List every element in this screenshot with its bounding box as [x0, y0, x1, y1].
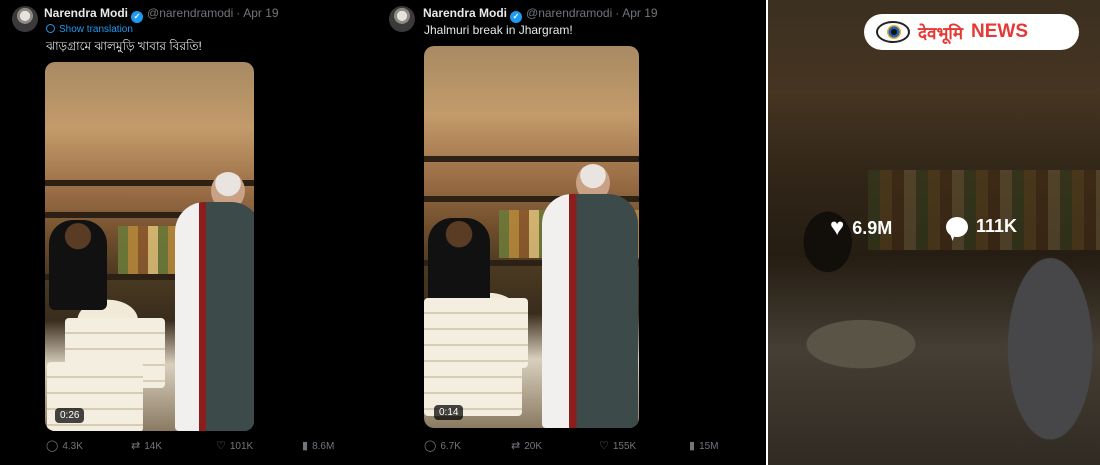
- like-icon: ♡: [216, 440, 226, 452]
- views-icon: ▮: [302, 440, 309, 452]
- person-figure: [542, 194, 638, 428]
- tweet-header: Narendra Modi ✓ @narendramodi · Apr 19: [44, 6, 279, 23]
- views-button[interactable]: ▮ 8.6M: [302, 440, 335, 453]
- like-button[interactable]: ♡ 155K: [599, 440, 637, 453]
- repost-button[interactable]: ⇄ 14K: [131, 440, 163, 453]
- reply-count: 6.7K: [440, 441, 461, 452]
- repost-button[interactable]: ⇄ 20K: [511, 440, 543, 453]
- repost-count: 20K: [524, 441, 543, 452]
- shelf: [424, 156, 639, 162]
- reply-icon: ◯: [46, 440, 59, 452]
- tweet-text: Jhalmuri break in Jhargram!: [424, 23, 573, 37]
- video-duration: 0:14: [434, 405, 464, 420]
- logo-english-text: NEWS: [971, 21, 1028, 42]
- vendor-figure: [428, 218, 490, 308]
- author-name[interactable]: Narendra Modi: [44, 6, 128, 20]
- person-figure: [175, 202, 254, 431]
- separator: ·: [615, 6, 620, 20]
- verified-badge-icon: ✓: [510, 11, 523, 23]
- repost-count: 14K: [144, 441, 163, 452]
- dim-overlay: [768, 0, 1100, 465]
- author-name[interactable]: Narendra Modi: [423, 6, 507, 20]
- likes-count: 6.9M: [852, 217, 893, 238]
- view-count: 15M: [699, 441, 719, 452]
- like-count: 101K: [229, 441, 254, 452]
- post-date[interactable]: Apr 19: [622, 6, 657, 20]
- tweet-text: ঝাড়গ্রামে ঝালমুড়ি খাবার বিরতি!: [46, 39, 202, 53]
- verified-badge-icon: ✓: [131, 11, 144, 23]
- comment-bubble-icon: [946, 216, 968, 237]
- repost-icon: ⇄: [131, 440, 141, 452]
- tweet-card-english[interactable]: Narendra Modi ✓ @narendramodi · Apr 19 Jhalm…: [381, 0, 766, 465]
- logo-hindi-text: देवभूमि: [918, 23, 963, 44]
- comments-stat: 111K: [946, 216, 1017, 237]
- show-translation-label: Show translation: [59, 24, 133, 35]
- vendor-figure: [49, 220, 107, 310]
- news-overlay-frame: देवभूमि NEWS ♥ 6.9M 111K: [768, 0, 1100, 465]
- reply-count: 4.3K: [62, 441, 83, 452]
- video-duration: 0:26: [55, 408, 85, 423]
- comments-count: 111K: [976, 216, 1018, 236]
- likes-stat: ♥ 6.9M: [830, 216, 892, 240]
- like-button[interactable]: ♡ 101K: [216, 440, 254, 453]
- repost-icon: ⇄: [511, 440, 521, 452]
- like-icon: ♡: [599, 440, 609, 452]
- tweet-header: Narendra Modi ✓ @narendramodi · Apr 19: [423, 6, 658, 23]
- reply-button[interactable]: ◯ 4.3K: [46, 440, 83, 453]
- author-handle[interactable]: @narendramodi: [147, 6, 233, 20]
- heart-icon: ♥: [830, 214, 845, 241]
- like-count: 155K: [612, 441, 637, 452]
- eye-logo-icon: [876, 21, 910, 43]
- tweet-card-bengali[interactable]: Narendra Modi ✓ @narendramodi · Apr 19 Show …: [0, 0, 380, 465]
- show-translation-link[interactable]: Show translation: [46, 24, 133, 35]
- view-count: 8.6M: [312, 441, 335, 452]
- tweet-video[interactable]: 0:26: [45, 62, 254, 431]
- views-icon: ▮: [689, 440, 696, 452]
- reply-icon: ◯: [424, 440, 437, 452]
- reply-button[interactable]: ◯ 6.7K: [424, 440, 461, 453]
- views-button[interactable]: ▮ 15M: [689, 440, 719, 453]
- author-avatar[interactable]: [389, 6, 415, 32]
- author-avatar[interactable]: [12, 6, 38, 32]
- post-date[interactable]: Apr 19: [243, 6, 278, 20]
- tweet-video[interactable]: 0:14: [424, 46, 639, 428]
- translate-icon: [46, 24, 55, 33]
- author-handle[interactable]: @narendramodi: [526, 6, 612, 20]
- separator: ·: [236, 6, 241, 20]
- channel-logo: देवभूमि NEWS: [864, 14, 1079, 50]
